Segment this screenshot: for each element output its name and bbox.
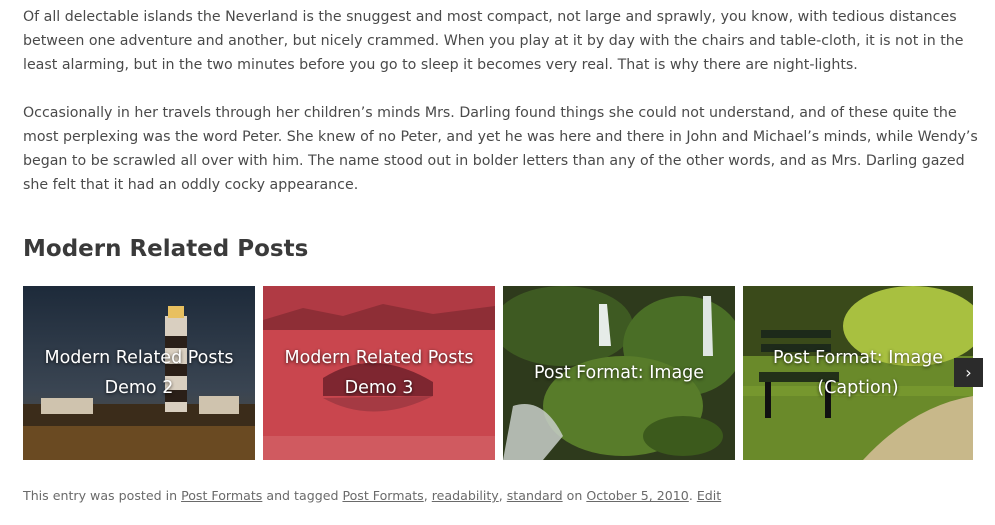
related-post-card[interactable]: Modern Related Posts Demo 2 (23, 286, 255, 460)
meta-sep: , (498, 488, 507, 503)
meta-sep: , (423, 488, 432, 503)
article-paragraph-1: Of all delectable islands the Neverland … (23, 9, 964, 73)
tag-link[interactable]: readability (432, 488, 499, 503)
article-paragraph-2: Occasionally in her travels through her … (23, 105, 978, 193)
related-posts-title: Modern Related Posts (23, 236, 309, 262)
entry-meta: This entry was posted in Post Formats an… (23, 485, 721, 507)
meta-on: on (562, 488, 587, 503)
category-link[interactable]: Post Formats (181, 488, 262, 503)
related-post-title[interactable]: Modern Related Posts Demo 3 (263, 286, 495, 460)
next-arrow-glyph: › (965, 363, 972, 382)
edit-link[interactable]: Edit (697, 488, 721, 503)
meta-prefix: This entry was posted in (23, 488, 182, 503)
related-post-card[interactable]: Post Format: Image (Caption) (743, 286, 973, 460)
related-post-card[interactable]: Post Format: Image (503, 286, 735, 460)
meta-tagged: and tagged (262, 488, 343, 503)
related-post-title[interactable]: Modern Related Posts Demo 2 (23, 286, 255, 460)
tag-link[interactable]: standard (507, 488, 563, 503)
tag-link[interactable]: Post Formats (342, 488, 423, 503)
related-post-card[interactable]: Modern Related Posts Demo 3 (263, 286, 495, 460)
date-link[interactable]: October 5, 2010 (586, 488, 688, 503)
meta-period: . (688, 488, 697, 503)
related-post-title[interactable]: Post Format: Image (503, 286, 735, 460)
related-post-title[interactable]: Post Format: Image (Caption) (743, 286, 973, 460)
chevron-right-icon[interactable]: › (954, 358, 983, 387)
